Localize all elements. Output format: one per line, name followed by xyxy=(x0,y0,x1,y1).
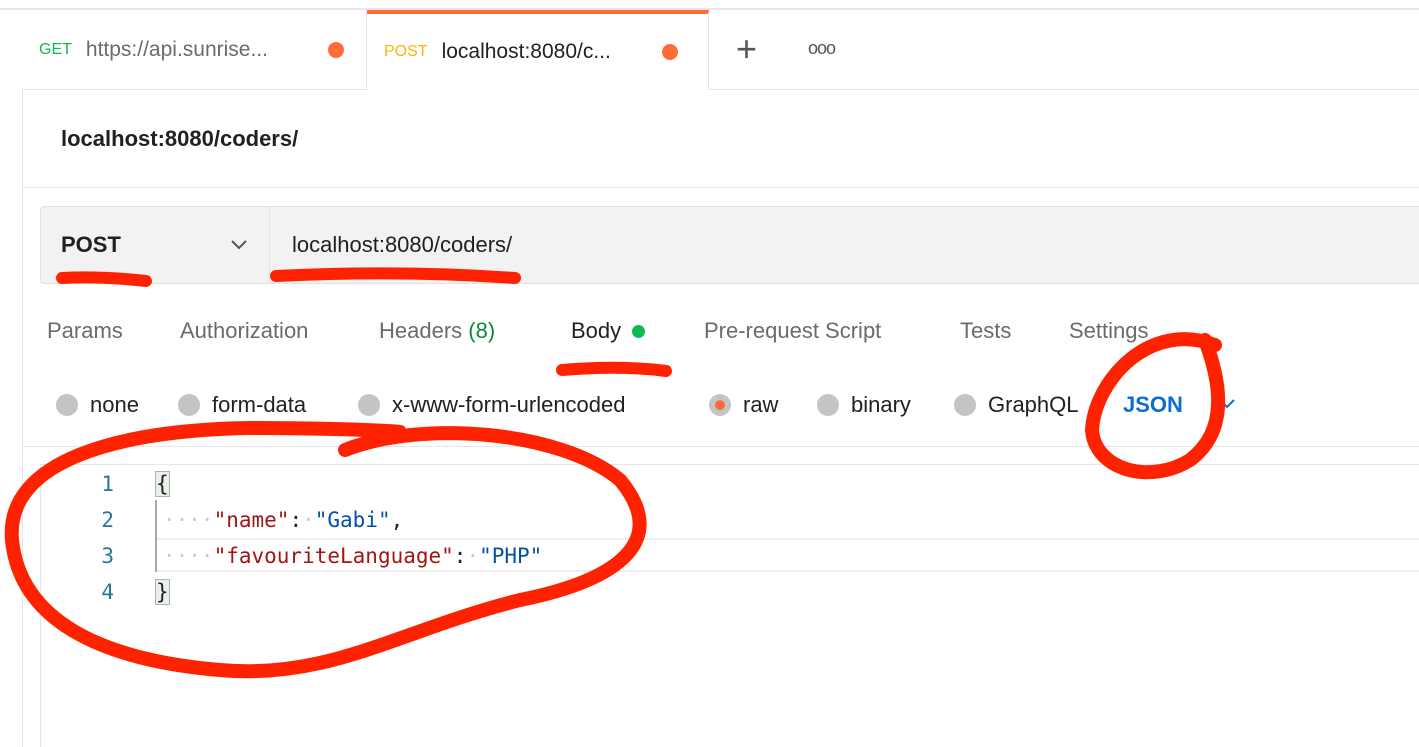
radio-label: binary xyxy=(851,392,911,417)
unsaved-dot-icon xyxy=(662,44,678,60)
request-title[interactable]: localhost:8080/coders/ xyxy=(61,126,298,152)
code-line-2[interactable]: ····"name":·"Gabi", xyxy=(163,508,403,532)
radio-label: none xyxy=(90,392,139,417)
radio-urlencoded[interactable]: x-www-form-urlencoded xyxy=(358,392,626,418)
editor-left-border xyxy=(40,464,41,747)
tab-headers[interactable]: Headers (8) xyxy=(379,318,495,344)
json-key: "name" xyxy=(213,508,290,532)
tab-url: localhost:8080/c... xyxy=(441,40,611,63)
tab-post-active[interactable]: POST localhost:8080/c... xyxy=(367,10,709,90)
radio-raw[interactable]: raw xyxy=(709,392,778,418)
colon: : xyxy=(289,508,303,532)
radio-icon xyxy=(817,394,839,416)
indent-guide xyxy=(155,500,157,572)
line-number: 2 xyxy=(101,508,114,532)
tab-tests[interactable]: Tests xyxy=(960,318,1011,344)
tab-get[interactable]: GET https://api.sunrise... xyxy=(22,10,367,90)
json-value: "Gabi" xyxy=(314,508,391,532)
tab-body[interactable]: Body xyxy=(571,318,646,344)
red-annotations xyxy=(4,267,1226,679)
window-top xyxy=(0,0,1419,10)
radio-label: form-data xyxy=(212,392,307,417)
tab-method: GET xyxy=(39,40,72,58)
tab-settings[interactable]: Settings xyxy=(1069,318,1149,344)
editor-top-border xyxy=(40,464,1419,465)
radio-icon xyxy=(56,394,78,416)
tab-url: https://api.sunrise... xyxy=(85,37,268,61)
line-number: 1 xyxy=(101,472,114,496)
code-line-3[interactable]: ····"favouriteLanguage":·"PHP" xyxy=(163,544,542,568)
tab-label: Body xyxy=(571,318,622,343)
radio-binary[interactable]: binary xyxy=(817,392,911,418)
tabbar-border xyxy=(709,89,1419,90)
radio-icon xyxy=(178,394,200,416)
colon: : xyxy=(453,544,467,568)
radio-label: x-www-form-urlencoded xyxy=(392,392,626,417)
code-line-1[interactable]: { xyxy=(155,471,170,497)
code-line-4[interactable]: } xyxy=(155,579,170,605)
radio-none[interactable]: none xyxy=(56,392,139,418)
method-value: POST xyxy=(61,232,121,257)
tab-params[interactable]: Params xyxy=(47,318,123,344)
radio-graphql[interactable]: GraphQL xyxy=(954,392,1079,418)
divider xyxy=(22,446,1419,447)
radio-icon xyxy=(954,394,976,416)
json-key: "favouriteLanguage" xyxy=(213,544,454,568)
tab-authorization[interactable]: Authorization xyxy=(180,318,308,344)
json-value: "PHP" xyxy=(479,544,543,568)
close-brace: } xyxy=(155,579,170,605)
annotation-underline-body xyxy=(556,361,672,377)
more-tabs-icon[interactable]: ooo xyxy=(808,38,836,59)
divider xyxy=(22,187,1419,188)
comma: , xyxy=(390,508,404,532)
new-tab-plus-icon[interactable]: + xyxy=(736,28,757,70)
radio-label: raw xyxy=(743,392,779,417)
method-select[interactable]: POST xyxy=(40,206,270,284)
format-select[interactable]: JSON xyxy=(1123,392,1183,418)
url-input[interactable]: localhost:8080/coders/ xyxy=(292,232,512,258)
chevron-down-icon xyxy=(231,240,247,250)
open-brace: { xyxy=(155,471,170,497)
status-dot-icon xyxy=(632,325,646,338)
chevron-down-icon xyxy=(1219,399,1235,409)
tab-method: POST xyxy=(384,43,428,60)
radio-selected-icon xyxy=(709,394,731,416)
tab-pre-request-script[interactable]: Pre-request Script xyxy=(704,318,881,344)
tab-label: Headers xyxy=(379,318,463,343)
line-number: 3 xyxy=(101,544,114,568)
radio-icon xyxy=(358,394,380,416)
line-number: 4 xyxy=(101,580,114,604)
headers-count: (8) xyxy=(468,318,496,343)
unsaved-dot-icon xyxy=(328,41,344,58)
sidebar-border xyxy=(22,10,23,747)
radio-label: GraphQL xyxy=(988,392,1079,417)
radio-form-data[interactable]: form-data xyxy=(178,392,306,418)
